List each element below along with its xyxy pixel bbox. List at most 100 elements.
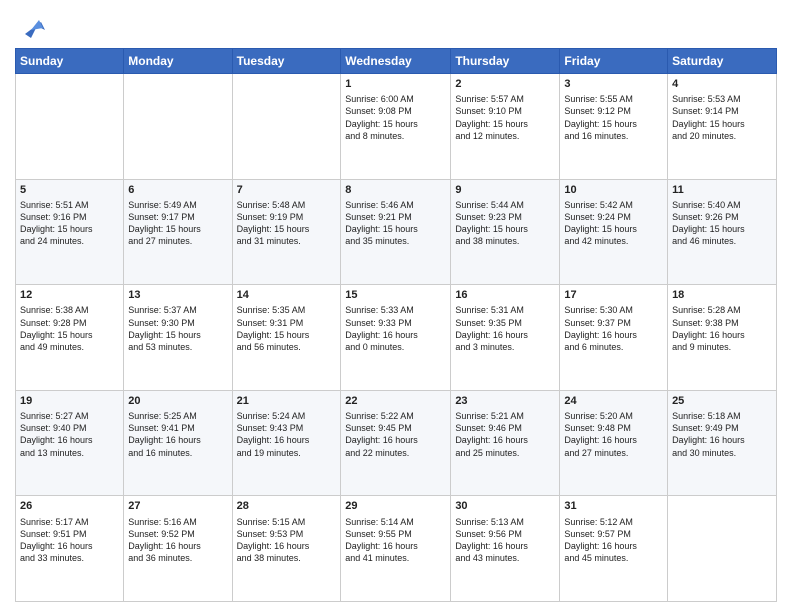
page: SundayMondayTuesdayWednesdayThursdayFrid…	[0, 0, 792, 612]
day-info: Sunrise: 6:00 AM Sunset: 9:08 PM Dayligh…	[345, 93, 446, 142]
day-info: Sunrise: 5:44 AM Sunset: 9:23 PM Dayligh…	[455, 199, 555, 248]
day-number: 17	[564, 288, 663, 302]
calendar-cell: 2 Sunrise: 5:57 AM Sunset: 9:10 PM Daylig…	[451, 74, 560, 180]
calendar-cell: 8 Sunrise: 5:46 AM Sunset: 9:21 PM Daylig…	[341, 179, 451, 285]
calendar-cell: 25 Sunrise: 5:18 AM Sunset: 9:49 PM Dayli…	[668, 390, 777, 496]
weekday-header-tuesday: Tuesday	[232, 49, 341, 74]
calendar-cell: 26 Sunrise: 5:17 AM Sunset: 9:51 PM Dayli…	[16, 496, 124, 602]
calendar-cell: 28Sunrise: 5:15 AM Sunset: 9:53 PM Dayli…	[232, 496, 341, 602]
day-info: Sunrise: 5:30 AM Sunset: 9:37 PM Dayligh…	[564, 304, 663, 353]
day-number: 18	[672, 288, 772, 302]
weekday-header-row: SundayMondayTuesdayWednesdayThursdayFrid…	[16, 49, 777, 74]
day-info: Sunrise: 5:31 AM Sunset: 9:35 PM Dayligh…	[455, 304, 555, 353]
calendar-cell: 3Sunrise: 5:55 AM Sunset: 9:12 PM Daylig…	[560, 74, 668, 180]
day-number: 6	[128, 183, 227, 197]
day-info: Sunrise: 5:42 AM Sunset: 9:24 PM Dayligh…	[564, 199, 663, 248]
calendar-cell: 17 Sunrise: 5:30 AM Sunset: 9:37 PM Dayli…	[560, 285, 668, 391]
week-row-1: 5Sunrise: 5:51 AM Sunset: 9:16 PM Daylig…	[16, 179, 777, 285]
day-number: 31	[564, 499, 663, 513]
calendar-cell: 31 Sunrise: 5:12 AM Sunset: 9:57 PM Dayli…	[560, 496, 668, 602]
day-info: Sunrise: 5:12 AM Sunset: 9:57 PM Dayligh…	[564, 516, 663, 565]
day-info: Sunrise: 5:24 AM Sunset: 9:43 PM Dayligh…	[237, 410, 337, 459]
calendar-cell: 16 Sunrise: 5:31 AM Sunset: 9:35 PM Dayli…	[451, 285, 560, 391]
day-number: 19	[20, 394, 119, 408]
calendar-table: SundayMondayTuesdayWednesdayThursdayFrid…	[15, 48, 777, 602]
calendar-cell: 21Sunrise: 5:24 AM Sunset: 9:43 PM Dayli…	[232, 390, 341, 496]
day-number: 5	[20, 183, 119, 197]
day-number: 27	[128, 499, 227, 513]
week-row-0: 1 Sunrise: 6:00 AM Sunset: 9:08 PM Daylig…	[16, 74, 777, 180]
day-number: 24	[564, 394, 663, 408]
weekday-header-friday: Friday	[560, 49, 668, 74]
header	[15, 10, 777, 42]
calendar-cell: 10 Sunrise: 5:42 AM Sunset: 9:24 PM Dayli…	[560, 179, 668, 285]
day-number: 25	[672, 394, 772, 408]
day-info: Sunrise: 5:25 AM Sunset: 9:41 PM Dayligh…	[128, 410, 227, 459]
calendar-cell: 5Sunrise: 5:51 AM Sunset: 9:16 PM Daylig…	[16, 179, 124, 285]
calendar-cell: 9 Sunrise: 5:44 AM Sunset: 9:23 PM Daylig…	[451, 179, 560, 285]
day-number: 1	[345, 77, 446, 91]
calendar-cell: 19 Sunrise: 5:27 AM Sunset: 9:40 PM Dayli…	[16, 390, 124, 496]
calendar-cell: 12 Sunrise: 5:38 AM Sunset: 9:28 PM Dayli…	[16, 285, 124, 391]
week-row-3: 19 Sunrise: 5:27 AM Sunset: 9:40 PM Dayli…	[16, 390, 777, 496]
calendar-cell: 27 Sunrise: 5:16 AM Sunset: 9:52 PM Dayli…	[124, 496, 232, 602]
day-number: 14	[237, 288, 337, 302]
calendar-cell: 4 Sunrise: 5:53 AM Sunset: 9:14 PM Daylig…	[668, 74, 777, 180]
day-info: Sunrise: 5:33 AM Sunset: 9:33 PM Dayligh…	[345, 304, 446, 353]
calendar-cell: 20 Sunrise: 5:25 AM Sunset: 9:41 PM Dayli…	[124, 390, 232, 496]
day-number: 9	[455, 183, 555, 197]
day-info: Sunrise: 5:46 AM Sunset: 9:21 PM Dayligh…	[345, 199, 446, 248]
calendar-cell: 6 Sunrise: 5:49 AM Sunset: 9:17 PM Daylig…	[124, 179, 232, 285]
day-info: Sunrise: 5:17 AM Sunset: 9:51 PM Dayligh…	[20, 516, 119, 565]
week-row-4: 26 Sunrise: 5:17 AM Sunset: 9:51 PM Dayli…	[16, 496, 777, 602]
weekday-header-sunday: Sunday	[16, 49, 124, 74]
day-info: Sunrise: 5:57 AM Sunset: 9:10 PM Dayligh…	[455, 93, 555, 142]
day-number: 8	[345, 183, 446, 197]
day-info: Sunrise: 5:27 AM Sunset: 9:40 PM Dayligh…	[20, 410, 119, 459]
day-info: Sunrise: 5:38 AM Sunset: 9:28 PM Dayligh…	[20, 304, 119, 353]
day-number: 26	[20, 499, 119, 513]
day-number: 23	[455, 394, 555, 408]
weekday-header-saturday: Saturday	[668, 49, 777, 74]
day-info: Sunrise: 5:21 AM Sunset: 9:46 PM Dayligh…	[455, 410, 555, 459]
day-info: Sunrise: 5:49 AM Sunset: 9:17 PM Dayligh…	[128, 199, 227, 248]
logo-icon	[17, 10, 49, 42]
day-number: 2	[455, 77, 555, 91]
logo	[15, 10, 49, 42]
day-info: Sunrise: 5:53 AM Sunset: 9:14 PM Dayligh…	[672, 93, 772, 142]
day-info: Sunrise: 5:18 AM Sunset: 9:49 PM Dayligh…	[672, 410, 772, 459]
calendar-cell: 29Sunrise: 5:14 AM Sunset: 9:55 PM Dayli…	[341, 496, 451, 602]
day-info: Sunrise: 5:48 AM Sunset: 9:19 PM Dayligh…	[237, 199, 337, 248]
calendar-cell: 1 Sunrise: 6:00 AM Sunset: 9:08 PM Daylig…	[341, 74, 451, 180]
calendar-cell: 11Sunrise: 5:40 AM Sunset: 9:26 PM Dayli…	[668, 179, 777, 285]
calendar-cell: 13 Sunrise: 5:37 AM Sunset: 9:30 PM Dayli…	[124, 285, 232, 391]
day-number: 13	[128, 288, 227, 302]
week-row-2: 12 Sunrise: 5:38 AM Sunset: 9:28 PM Dayli…	[16, 285, 777, 391]
calendar-cell: 30Sunrise: 5:13 AM Sunset: 9:56 PM Dayli…	[451, 496, 560, 602]
day-number: 7	[237, 183, 337, 197]
calendar-cell: 7 Sunrise: 5:48 AM Sunset: 9:19 PM Daylig…	[232, 179, 341, 285]
day-number: 20	[128, 394, 227, 408]
day-number: 12	[20, 288, 119, 302]
calendar-cell: 24 Sunrise: 5:20 AM Sunset: 9:48 PM Dayli…	[560, 390, 668, 496]
calendar-cell	[232, 74, 341, 180]
day-info: Sunrise: 5:55 AM Sunset: 9:12 PM Dayligh…	[564, 93, 663, 142]
calendar-cell: 22Sunrise: 5:22 AM Sunset: 9:45 PM Dayli…	[341, 390, 451, 496]
calendar-cell: 18Sunrise: 5:28 AM Sunset: 9:38 PM Dayli…	[668, 285, 777, 391]
calendar-cell	[16, 74, 124, 180]
day-number: 10	[564, 183, 663, 197]
day-number: 29	[345, 499, 446, 513]
day-info: Sunrise: 5:35 AM Sunset: 9:31 PM Dayligh…	[237, 304, 337, 353]
calendar-cell	[668, 496, 777, 602]
weekday-header-thursday: Thursday	[451, 49, 560, 74]
day-number: 16	[455, 288, 555, 302]
calendar-cell: 14 Sunrise: 5:35 AM Sunset: 9:31 PM Dayli…	[232, 285, 341, 391]
day-info: Sunrise: 5:22 AM Sunset: 9:45 PM Dayligh…	[345, 410, 446, 459]
calendar-cell: 15Sunrise: 5:33 AM Sunset: 9:33 PM Dayli…	[341, 285, 451, 391]
day-number: 4	[672, 77, 772, 91]
calendar-cell	[124, 74, 232, 180]
day-info: Sunrise: 5:16 AM Sunset: 9:52 PM Dayligh…	[128, 516, 227, 565]
weekday-header-monday: Monday	[124, 49, 232, 74]
day-info: Sunrise: 5:20 AM Sunset: 9:48 PM Dayligh…	[564, 410, 663, 459]
day-info: Sunrise: 5:37 AM Sunset: 9:30 PM Dayligh…	[128, 304, 227, 353]
